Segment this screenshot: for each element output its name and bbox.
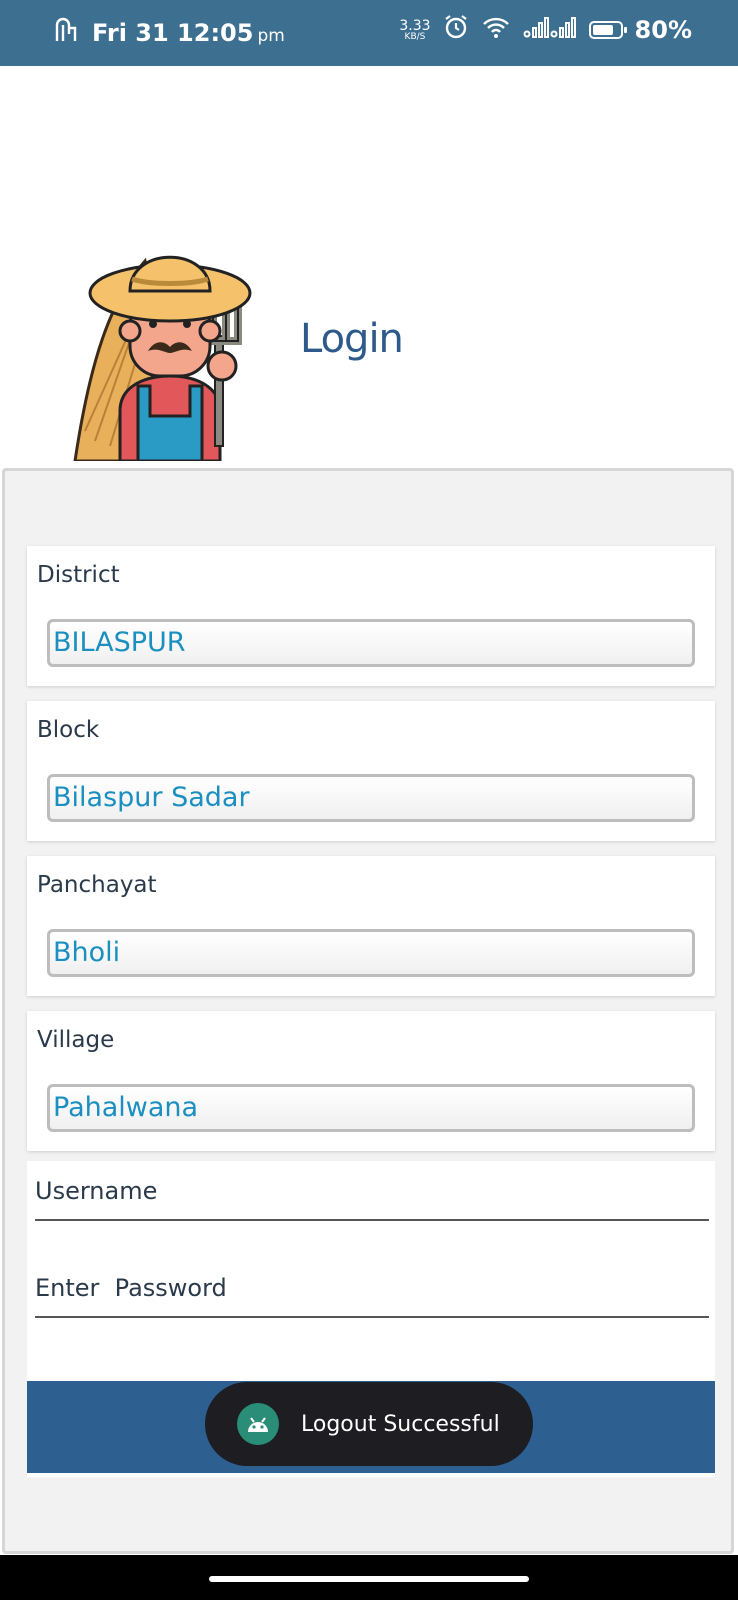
panchayat-select[interactable]: Bholi (47, 929, 695, 977)
village-label: Village (37, 1027, 115, 1053)
home-gesture-handle[interactable] (209, 1576, 529, 1582)
username-field-container (35, 1167, 709, 1221)
district-value: BILASPUR (53, 627, 186, 658)
navigation-bar (0, 1555, 738, 1600)
farmer-logo (73, 255, 252, 461)
village-value: Pahalwana (53, 1092, 199, 1123)
header: Login (0, 66, 738, 466)
toast-message: Logout Successful (301, 1411, 500, 1437)
wifi-icon (481, 15, 511, 45)
block-select[interactable]: Bilaspur Sadar (47, 774, 695, 822)
panchayat-card: Panchayat Bholi (27, 856, 715, 996)
district-select[interactable]: BILASPUR (47, 619, 695, 667)
password-field-container (35, 1264, 709, 1318)
password-input[interactable] (35, 1264, 709, 1312)
district-card: District BILASPUR (27, 546, 715, 686)
block-label: Block (37, 717, 100, 743)
alarm-icon (443, 14, 469, 46)
signal-icon (523, 15, 577, 45)
battery-icon (588, 21, 627, 39)
panchayat-value: Bholi (53, 937, 121, 968)
status-bar: Fri 31 12:05 pm 3.33 KB/S 80% (0, 0, 738, 66)
village-select[interactable]: Pahalwana (47, 1084, 695, 1132)
battery-percent: 80% (634, 16, 692, 44)
panchayat-label: Panchayat (37, 872, 157, 898)
page-title: Login (300, 316, 404, 362)
village-card: Village Pahalwana (27, 1011, 715, 1151)
status-time: 12:05 (177, 19, 254, 47)
status-day: Fri (92, 19, 127, 47)
block-card: Block Bilaspur Sadar (27, 701, 715, 841)
app-notification-icon (52, 16, 80, 50)
district-label: District (37, 562, 120, 588)
block-value: Bilaspur Sadar (53, 782, 250, 813)
android-icon (237, 1403, 279, 1445)
network-speed: 3.33 KB/S (399, 17, 431, 42)
username-input[interactable] (35, 1167, 709, 1215)
toast: Logout Successful (205, 1382, 533, 1466)
status-date: 31 (135, 19, 169, 47)
status-ampm: pm (257, 26, 285, 46)
